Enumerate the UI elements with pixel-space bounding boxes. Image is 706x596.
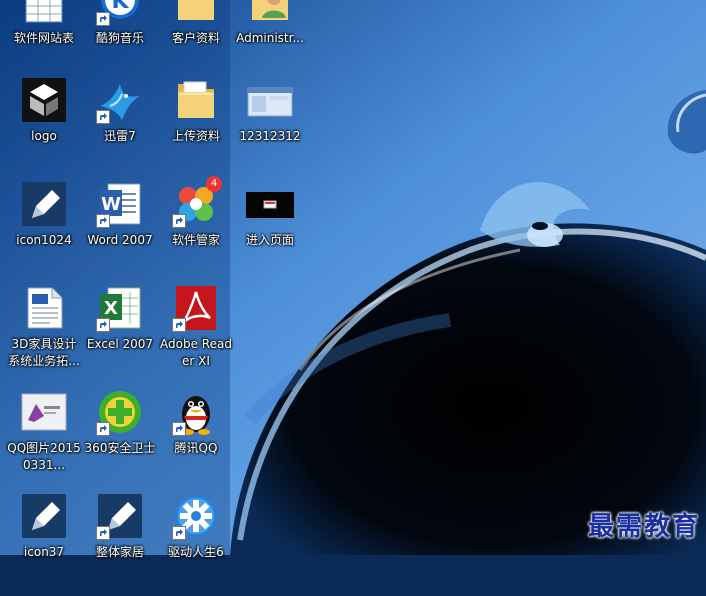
desktop-icon[interactable]: 迅雷7 [84,76,156,180]
desktop-icon[interactable]: Administr... [234,0,306,82]
desktop-icon[interactable]: 客户资料 [160,0,232,82]
shortcut-arrow-icon [96,110,110,124]
desktop-icon[interactable]: 12312312 [234,76,306,180]
desktop-icon[interactable]: 驱动人生6 [160,492,232,596]
desktop-icon[interactable]: icon37 [8,492,80,596]
desktop-icon-label: 整体家居 [95,545,144,559]
svg-text:W: W [101,194,121,215]
pen-app-icon [20,492,68,540]
desktop-icon-label: 软件网站表 [13,31,74,45]
svg-text:K: K [111,0,129,14]
desktop-icon-label: logo [31,129,57,143]
desktop-icon-label: icon37 [23,545,65,559]
desktop-icon[interactable]: X Excel 2007 [84,284,156,388]
gear-icon [172,492,220,540]
desktop-icon[interactable]: icon1024 [8,180,80,284]
desktop-icon[interactable]: 整体家居 [84,492,156,596]
shortcut-arrow-icon [172,422,186,436]
qq-penguin-icon [172,388,220,436]
adobe-reader-icon [172,284,220,332]
desktop-icon-label: 3D家具设计系统业务拓... [8,337,80,368]
360-security-icon [96,388,144,436]
software-manager-icon: 4 [172,176,222,228]
shortcut-arrow-icon [172,526,186,540]
logo-image-icon [20,76,68,124]
shortcut-arrow-icon [172,318,186,332]
desktop-icon-label: icon1024 [16,233,72,247]
desktop-icon-label: 上传资料 [171,129,220,143]
desktop-icon[interactable]: 3D家具设计系统业务拓... [8,284,80,388]
desktop-icon[interactable]: 4 软件管家 [160,176,232,284]
watermark-text: 最需教育 [587,512,700,542]
badge-count: 4 [206,176,222,192]
word-icon: W [96,180,144,228]
thunder-bird-icon [96,76,144,124]
desktop-icon-label: QQ图片20150331... [7,441,81,472]
desktop-icon[interactable]: QQ图片20150331... [7,388,81,492]
svg-text:X: X [104,298,118,319]
desktop-icon-label: Excel 2007 [86,337,154,351]
desktop-icon-label: Adobe Reader XI [160,337,232,368]
desktop-icon-label: Administr... [236,31,304,45]
table-icon [20,0,68,26]
desktop-icon-label: 迅雷7 [104,129,136,143]
shortcut-arrow-icon [172,214,186,228]
desktop-icon[interactable]: Adobe Reader XI [160,284,232,388]
desktop-icon[interactable]: 360安全卫士 [84,388,156,492]
desktop-icon[interactable]: W Word 2007 [84,180,156,284]
pen-app-icon [96,492,144,540]
document-icon [20,284,68,332]
desktop-icon-label: 腾讯QQ [174,441,218,455]
pen-app-icon [20,180,68,228]
shortcut-arrow-icon [96,318,110,332]
shortcut-arrow-icon [96,214,110,228]
image-file-icon [20,388,68,436]
desktop-icon[interactable]: 软件网站表 [8,0,80,82]
folder-icon [172,76,220,124]
desktop-icon[interactable]: 进入页面 [234,180,306,284]
dark-page-icon [246,180,294,228]
folder-icon [172,0,220,26]
desktop-icon-label: 驱动人生6 [168,545,224,559]
shortcut-arrow-icon [96,526,110,540]
desktop-icon-label: Word 2007 [87,233,153,247]
desktop-icon[interactable]: logo [8,76,80,180]
window-screenshot-icon [246,76,294,124]
desktop-icon[interactable]: 上传资料 [160,76,232,180]
desktop-icon[interactable]: K 酷狗音乐 [84,0,156,82]
desktop-icon-label: 360安全卫士 [84,441,156,455]
desktop-icon-label: 客户资料 [171,31,220,45]
desktop-icon-label: 酷狗音乐 [95,31,144,45]
desktop-icon-label: 进入页面 [245,233,294,247]
excel-icon: X [96,284,144,332]
shortcut-arrow-icon [96,422,110,436]
shortcut-arrow-icon [96,12,110,26]
user-folder-icon [246,0,294,26]
kugou-music-icon: K [96,0,144,26]
desktop-icon-label: 12312312 [239,129,301,143]
desktop-icon-label: 软件管家 [171,233,220,247]
desktop-icon[interactable]: 腾讯QQ [160,388,232,492]
